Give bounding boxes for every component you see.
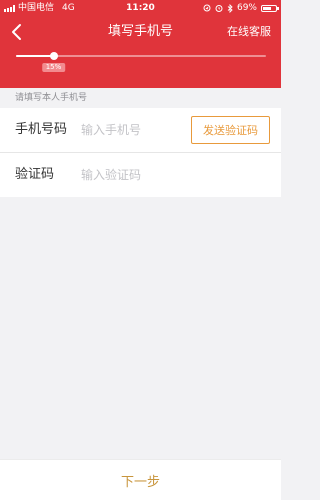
status-bar: 中国电信 4G 11:20 69%	[0, 0, 281, 16]
nav-bar: 填写手机号 在线客服	[0, 16, 281, 48]
footer: 下一步	[0, 459, 281, 500]
alarm-icon	[215, 5, 223, 12]
location-icon	[203, 4, 211, 12]
code-label: 验证码	[15, 167, 55, 182]
next-step-button[interactable]: 下一步	[0, 460, 281, 500]
phone-input[interactable]	[81, 120, 181, 140]
code-row: 验证码	[0, 152, 281, 197]
send-code-button[interactable]: 发送验证码	[191, 116, 270, 144]
phone-label: 手机号码	[15, 122, 68, 137]
form-hint: 请填写本人手机号	[15, 93, 88, 103]
progress-label: 15%	[41, 63, 66, 72]
phone-form: 手机号码 发送验证码 验证码	[0, 108, 281, 197]
battery-percent: 69%	[236, 3, 257, 13]
code-input[interactable]	[81, 165, 181, 185]
online-service-link[interactable]: 在线客服	[227, 16, 271, 48]
bluetooth-icon	[227, 3, 233, 13]
progress-fill	[16, 55, 54, 57]
status-right: 69%	[203, 0, 279, 16]
phone-row: 手机号码 发送验证码	[0, 108, 281, 152]
progress-knob	[49, 52, 58, 60]
battery-icon	[261, 4, 279, 12]
progress-bar	[16, 52, 266, 60]
header: 中国电信 4G 11:20 69% 填写手机号 在线客服 15%	[0, 0, 281, 88]
